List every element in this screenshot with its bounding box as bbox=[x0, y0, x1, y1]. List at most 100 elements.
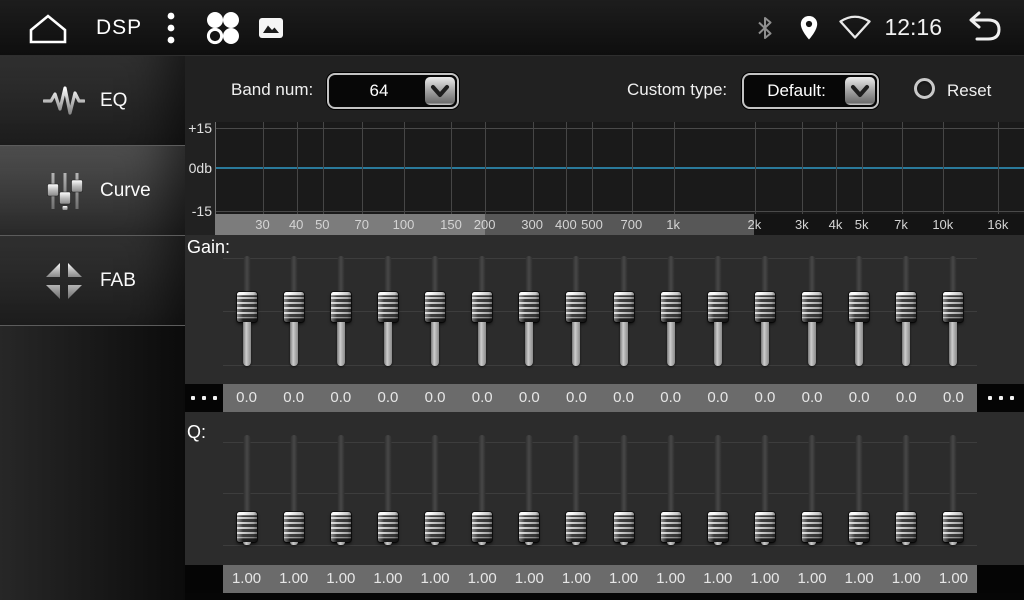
slider-knob[interactable] bbox=[566, 512, 586, 542]
home-icon[interactable] bbox=[26, 10, 70, 46]
slider-knob[interactable] bbox=[284, 292, 304, 322]
q-slider[interactable] bbox=[694, 435, 741, 548]
gain-slider[interactable] bbox=[412, 256, 459, 368]
slider-knob[interactable] bbox=[943, 292, 963, 322]
wifi-icon[interactable] bbox=[838, 15, 872, 40]
sidebar-item-eq[interactable]: EQ bbox=[0, 56, 185, 146]
q-slider[interactable] bbox=[412, 435, 459, 548]
bluetooth-icon[interactable] bbox=[754, 15, 776, 41]
q-value: 1.00 bbox=[412, 565, 459, 593]
slider-knob[interactable] bbox=[849, 292, 869, 322]
gain-more-right-button[interactable] bbox=[977, 384, 1024, 412]
gain-value: 0.0 bbox=[789, 384, 836, 412]
slider-track bbox=[573, 435, 580, 512]
freq-axis[interactable]: 304050701001502003004005007001k2k3k4k5k7… bbox=[215, 214, 1024, 235]
q-slider[interactable] bbox=[553, 435, 600, 548]
gain-more-left-button[interactable] bbox=[185, 384, 223, 412]
gain-slider[interactable] bbox=[459, 256, 506, 368]
slider-knob[interactable] bbox=[331, 512, 351, 542]
slider-knob[interactable] bbox=[896, 512, 916, 542]
eq-plot[interactable] bbox=[215, 122, 1024, 214]
app-launcher-icon[interactable] bbox=[204, 10, 240, 46]
band-num-dropdown[interactable]: 64 bbox=[327, 73, 459, 109]
q-value: 1.00 bbox=[741, 565, 788, 593]
slider-knob[interactable] bbox=[802, 512, 822, 542]
slider-knob[interactable] bbox=[849, 512, 869, 542]
gain-slider[interactable] bbox=[317, 256, 364, 368]
gain-slider[interactable] bbox=[223, 256, 270, 368]
slider-knob[interactable] bbox=[802, 292, 822, 322]
slider-knob[interactable] bbox=[755, 292, 775, 322]
gain-slider[interactable] bbox=[506, 256, 553, 368]
gain-slider[interactable] bbox=[789, 256, 836, 368]
gain-slider[interactable] bbox=[930, 256, 977, 368]
slider-knob[interactable] bbox=[661, 292, 681, 322]
q-slider[interactable] bbox=[364, 435, 411, 548]
gain-slider[interactable] bbox=[694, 256, 741, 368]
q-value: 1.00 bbox=[789, 565, 836, 593]
slider-track bbox=[761, 435, 768, 512]
q-slider[interactable] bbox=[647, 435, 694, 548]
slider-knob[interactable] bbox=[378, 292, 398, 322]
gain-slider[interactable] bbox=[270, 256, 317, 368]
slider-knob[interactable] bbox=[472, 292, 492, 322]
sidebar-item-curve[interactable]: Curve bbox=[0, 146, 185, 236]
location-icon[interactable] bbox=[798, 15, 820, 41]
gain-slider[interactable] bbox=[647, 256, 694, 368]
freq-label: 10k bbox=[932, 214, 953, 235]
back-icon[interactable] bbox=[958, 11, 1004, 45]
q-slider[interactable] bbox=[836, 435, 883, 548]
slider-knob[interactable] bbox=[943, 512, 963, 542]
slider-knob[interactable] bbox=[237, 292, 257, 322]
q-slider[interactable] bbox=[270, 435, 317, 548]
q-value: 1.00 bbox=[694, 565, 741, 593]
custom-type-dropdown[interactable]: Default: bbox=[742, 73, 879, 109]
reset-radio[interactable] bbox=[914, 78, 935, 99]
q-slider[interactable] bbox=[883, 435, 930, 548]
gain-value-strip: 0.00.00.00.00.00.00.00.00.00.00.00.00.00… bbox=[223, 384, 977, 412]
chevron-down-icon[interactable] bbox=[425, 77, 455, 105]
slider-knob[interactable] bbox=[378, 512, 398, 542]
slider-track bbox=[290, 435, 297, 512]
slider-knob[interactable] bbox=[755, 512, 775, 542]
slider-knob[interactable] bbox=[472, 512, 492, 542]
q-slider[interactable] bbox=[459, 435, 506, 548]
gain-value: 0.0 bbox=[741, 384, 788, 412]
q-slider[interactable] bbox=[789, 435, 836, 548]
slider-knob[interactable] bbox=[896, 292, 916, 322]
slider-knob[interactable] bbox=[237, 512, 257, 542]
slider-knob[interactable] bbox=[661, 512, 681, 542]
q-slider[interactable] bbox=[223, 435, 270, 548]
sidebar-item-fab[interactable]: FAB bbox=[0, 236, 185, 326]
slider-knob[interactable] bbox=[425, 292, 445, 322]
slider-knob[interactable] bbox=[614, 512, 634, 542]
slider-knob[interactable] bbox=[331, 292, 351, 322]
slider-knob[interactable] bbox=[519, 512, 539, 542]
slider-track bbox=[761, 256, 768, 292]
slider-knob[interactable] bbox=[425, 512, 445, 542]
gain-slider[interactable] bbox=[553, 256, 600, 368]
gallery-icon[interactable] bbox=[258, 17, 284, 39]
gain-slider[interactable] bbox=[364, 256, 411, 368]
gain-slider[interactable] bbox=[600, 256, 647, 368]
slider-knob[interactable] bbox=[614, 292, 634, 322]
q-slider[interactable] bbox=[930, 435, 977, 548]
q-more-left-button[interactable] bbox=[185, 565, 223, 593]
kebab-menu-icon[interactable] bbox=[166, 11, 176, 45]
slider-knob[interactable] bbox=[708, 512, 728, 542]
chevron-down-icon[interactable] bbox=[845, 77, 875, 105]
slider-knob[interactable] bbox=[566, 292, 586, 322]
gain-slider[interactable] bbox=[836, 256, 883, 368]
gain-slider[interactable] bbox=[883, 256, 930, 368]
slider-knob[interactable] bbox=[519, 292, 539, 322]
q-slider[interactable] bbox=[741, 435, 788, 548]
slider-track bbox=[243, 542, 251, 545]
gain-slider[interactable] bbox=[741, 256, 788, 368]
q-slider[interactable] bbox=[600, 435, 647, 548]
slider-knob[interactable] bbox=[708, 292, 728, 322]
q-slider[interactable] bbox=[506, 435, 553, 548]
slider-track bbox=[525, 542, 533, 545]
slider-knob[interactable] bbox=[284, 512, 304, 542]
q-slider[interactable] bbox=[317, 435, 364, 548]
q-more-right-button[interactable] bbox=[977, 565, 1024, 593]
